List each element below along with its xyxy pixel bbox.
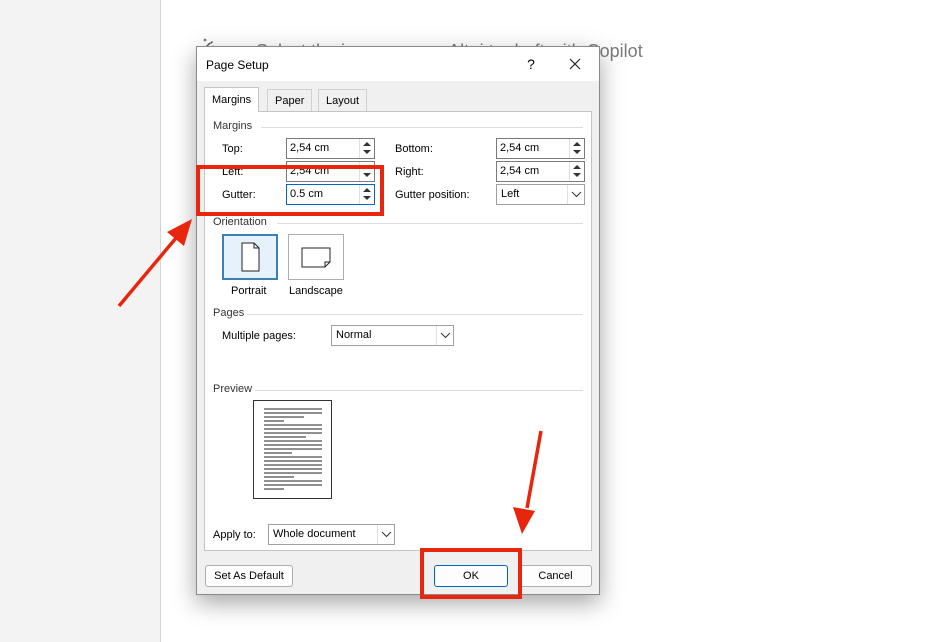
arrow-to-ok-icon [513,430,543,534]
arrow-to-gutter-icon [117,219,192,308]
tab-margins[interactable]: Margins [204,87,260,112]
annotation-arrows [117,219,543,534]
